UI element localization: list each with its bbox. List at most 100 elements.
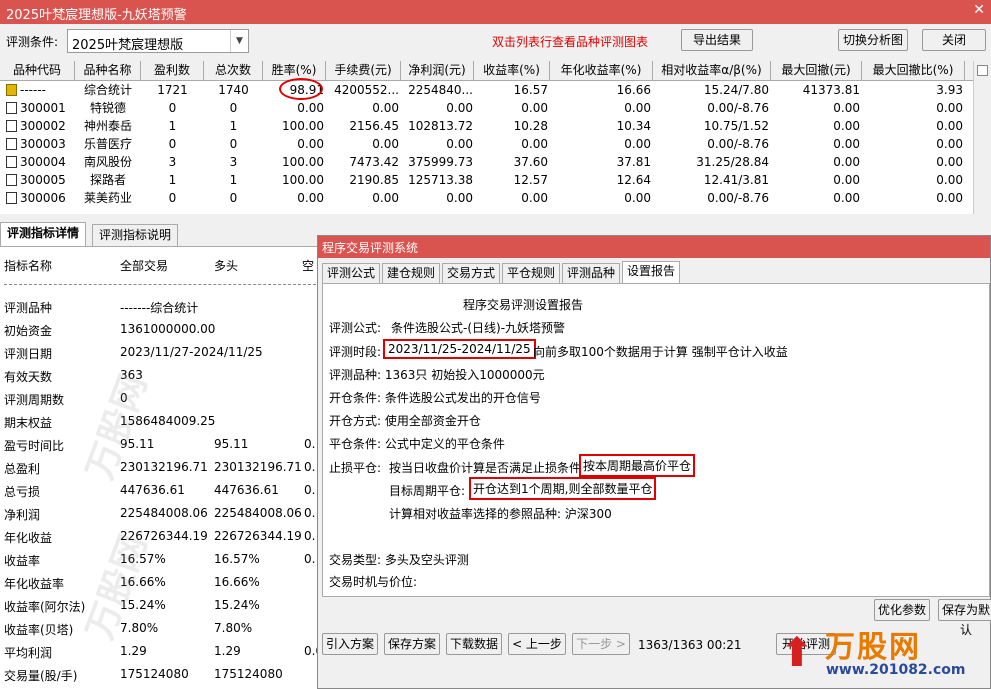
hint-text: 双击列表行查看品种评测图表: [492, 35, 649, 49]
table-cell: 12.41/3.81: [703, 173, 769, 187]
export-button[interactable]: 导出结果: [681, 29, 753, 51]
table-cell: 0.00: [624, 137, 651, 151]
tab-open-rule[interactable]: 建仓规则: [382, 263, 441, 283]
table-cell: 3: [229, 155, 238, 169]
tab-report[interactable]: 设置报告: [622, 261, 681, 283]
table-row[interactable]: 300002 神州泰岳 1 1 100.00 2156.45 102813.72 10.28 1…: [0, 117, 973, 135]
detail-cell: 净利润: [4, 508, 41, 522]
condition-select[interactable]: 2025叶梵宸理想版 ▼: [67, 29, 249, 53]
table-cell: 0.00: [833, 119, 860, 133]
table-cell: 0.00: [936, 101, 963, 115]
table-cell: 0.00/-8.76: [707, 137, 769, 151]
dialog-tabs: 评测公式 建仓规则 交易方式 平仓规则 评测品种 设置报告: [318, 261, 990, 283]
col-alpha[interactable]: 相对收益率α/β(%): [653, 61, 771, 81]
table-scrollbar[interactable]: [973, 61, 991, 214]
detail-cell: 2023/11/27-2024/11/25: [120, 345, 263, 359]
table-cell: 0: [168, 101, 177, 115]
tab-formula[interactable]: 评测公式: [322, 263, 381, 283]
table-row[interactable]: 300004 南风股份 3 3 100.00 7473.42 375999.73 37.60 3…: [0, 153, 973, 171]
table-cell: 300005: [20, 173, 66, 187]
table-cell: 300002: [20, 119, 66, 133]
evaluation-dialog: 程序交易评测系统 评测公式 建仓规则 交易方式 平仓规则 评测品种 设置报告 程…: [317, 235, 991, 689]
col-total[interactable]: 总次数: [204, 61, 263, 81]
col-wins[interactable]: 盈利数: [141, 61, 204, 81]
table-cell: 100.00: [282, 119, 324, 133]
detail-cell: 16.66%: [120, 575, 166, 589]
tab-explain[interactable]: 评测指标说明: [92, 224, 179, 246]
download-button[interactable]: 下载数据: [446, 633, 502, 655]
winrate-highlight-circle: [279, 78, 323, 100]
table-row[interactable]: 300003 乐普医疗 0 0 0.00 0.00 0.00 0.00 0.00 0.00/-8.…: [0, 135, 973, 153]
col-drawdown-ratio[interactable]: 最大回撤比(%): [862, 61, 965, 81]
scroll-thumb[interactable]: [977, 65, 988, 76]
table-row[interactable]: 300006 莱美药业 0 0 0.00 0.00 0.00 0.00 0.00 0.00/-8.…: [0, 189, 973, 207]
detail-cell: 0.: [304, 506, 316, 520]
detail-cell: 年化收益: [4, 531, 53, 545]
detail-cell: 初始资金: [4, 324, 53, 338]
table-cell: 0.00: [521, 101, 548, 115]
table-row[interactable]: ------ 综合统计 1721 1740 98.91 4200552... 2254840…: [0, 81, 973, 99]
table-cell: 0.00: [446, 191, 473, 205]
prev-button[interactable]: < 上一步: [508, 633, 566, 655]
tab-close-rule[interactable]: 平仓规则: [502, 263, 561, 283]
dialog-titlebar: 程序交易评测系统: [318, 236, 990, 258]
settings-report: 程序交易评测设置报告 评测公式: 条件选股公式-(日线)-九妖塔预警 评测时段:…: [322, 283, 990, 597]
logo-url: www.201082.com: [826, 662, 966, 678]
table-row[interactable]: 300001 特锐德 0 0 0.00 0.00 0.00 0.00 0.00 0.00/-8.7…: [0, 99, 973, 117]
next-button[interactable]: 下一步 >: [572, 633, 630, 655]
detail-cell: 230132196.71: [120, 460, 208, 474]
detail-cell: 期末权益: [4, 416, 53, 430]
save-default-button[interactable]: 保存为默认: [938, 599, 991, 637]
table-cell: 7473.42: [349, 155, 399, 169]
table-row[interactable]: 300005 探路者 1 1 100.00 2190.85 125713.38 12.57 12…: [0, 171, 973, 189]
table-cell: 综合统计: [83, 83, 132, 97]
divider: [4, 284, 316, 285]
detail-cell: 评测日期: [4, 347, 53, 361]
col-annual[interactable]: 年化收益率(%): [550, 61, 653, 81]
table-cell: 3: [168, 155, 177, 169]
col-code[interactable]: 品种代码: [0, 61, 75, 81]
detail-header-all: 全部交易: [120, 259, 169, 273]
table-cell: 0.00: [297, 191, 324, 205]
detail-cell: 175124080: [120, 667, 189, 681]
col-return[interactable]: 收益率(%): [474, 61, 550, 81]
close-icon[interactable]: ✕: [973, 2, 985, 18]
tab-detail[interactable]: 评测指标详情: [0, 222, 87, 246]
trade-timing-line: 交易时机与价位:: [329, 575, 418, 589]
table-cell: 0.00: [936, 191, 963, 205]
table-cell: 0.00: [833, 155, 860, 169]
detail-cell: 1361000000.00: [120, 322, 216, 336]
table-cell: 300001: [20, 101, 66, 115]
col-drawdown[interactable]: 最大回撤(元): [771, 61, 862, 81]
col-fee[interactable]: 手续费(元): [326, 61, 401, 81]
table-cell: 12.64: [616, 173, 651, 187]
detail-cell: 230132196.71: [214, 460, 302, 474]
detail-cell: 7.80%: [214, 621, 253, 635]
results-table: 品种代码 品种名称 盈利数 总次数 胜率(%) 手续费(元) 净利润(元) 收益…: [0, 61, 973, 214]
switch-chart-button[interactable]: 切换分析图: [838, 29, 908, 51]
table-cell: 0.00: [624, 191, 651, 205]
tab-varieties[interactable]: 评测品种: [562, 263, 621, 283]
chevron-down-icon[interactable]: ▼: [230, 30, 248, 52]
period-label: 评测时段:: [329, 345, 382, 359]
close-button[interactable]: 关闭: [922, 29, 986, 51]
col-profit[interactable]: 净利润(元): [401, 61, 474, 81]
table-cell: 10.28: [513, 119, 548, 133]
import-button[interactable]: 引入方案: [322, 633, 378, 655]
detail-header-short: 空: [302, 259, 315, 273]
detail-header-name: 指标名称: [4, 259, 53, 273]
table-cell: 0: [168, 137, 177, 151]
optimize-button[interactable]: 优化参数: [874, 599, 930, 621]
save-plan-button[interactable]: 保存方案: [384, 633, 440, 655]
table-cell: 12.57: [513, 173, 548, 187]
table-cell: 1740: [218, 83, 249, 97]
table-cell: 0.00: [297, 137, 324, 151]
table-cell: 0.00: [446, 101, 473, 115]
col-name[interactable]: 品种名称: [75, 61, 141, 81]
table-cell: 0.00: [936, 119, 963, 133]
detail-cell: 15.24%: [214, 598, 260, 612]
table-cell: 16.66: [616, 83, 651, 97]
detail-cell: 收益率: [4, 554, 41, 568]
table-cell: 10.75/1.52: [703, 119, 769, 133]
tab-trade-mode[interactable]: 交易方式: [442, 263, 501, 283]
